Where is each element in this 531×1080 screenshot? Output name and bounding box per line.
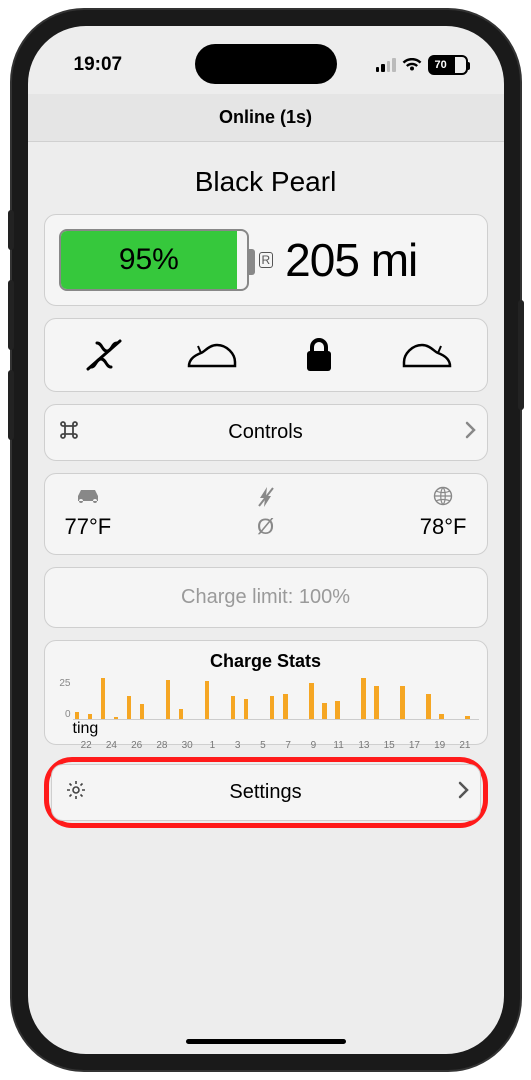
interior-temp-value: 77°F [65,514,112,540]
controls-label: Controls [59,421,473,444]
status-time: 19:07 [74,54,123,76]
vehicle-name: Black Pearl [44,166,488,198]
command-icon [59,420,79,445]
car-icon [74,486,102,508]
battery-range-card[interactable]: 95% R 205 mi [44,214,488,306]
frunk-button[interactable] [184,335,240,375]
wifi-icon [402,58,422,72]
quick-actions-card [44,318,488,392]
range-value: 205 mi [285,233,417,287]
exterior-temp: 78°F [420,486,467,540]
controls-row[interactable]: Controls [44,404,488,461]
climate-fan-button[interactable] [76,335,132,375]
online-status: Online (1s) [219,107,312,128]
temperature-card[interactable]: 77°F Ø 78°F [44,473,488,555]
charge-stats-card[interactable]: Charge Stats 250 ting 222426283013579111… [44,640,488,745]
page-header: Online (1s) [28,94,504,142]
trunk-button[interactable] [399,335,455,375]
battery-icon: 70 [428,55,468,75]
exterior-temp-value: 78°F [420,514,467,540]
battery-level-graphic: 95% [59,229,249,291]
rated-badge: R [259,252,274,268]
status-battery-percent: 70 [435,59,447,71]
chevron-right-icon [456,780,470,805]
interior-temp: 77°F [65,486,112,540]
gear-icon [66,780,86,805]
flash-off-icon [257,486,275,508]
settings-highlight: Settings [44,757,488,828]
chevron-right-icon [463,420,477,445]
dynamic-island [195,44,337,84]
chart-title: Charge Stats [53,651,479,672]
globe-icon [433,486,453,508]
sentry-state: Ø [257,486,275,540]
charge-limit-card[interactable]: Charge limit: 100% [44,567,488,628]
cellular-icon [376,58,396,72]
sentry-value: Ø [257,514,274,540]
battery-percent-label: 95% [119,243,179,277]
lock-button[interactable] [291,335,347,375]
charge-limit-text: Charge limit: 100% [181,586,350,608]
settings-label: Settings [66,781,466,804]
charge-stats-chart: 250 ting 222426283013579111315171921 [73,678,479,740]
settings-row[interactable]: Settings [51,764,481,821]
home-indicator[interactable] [186,1039,346,1044]
